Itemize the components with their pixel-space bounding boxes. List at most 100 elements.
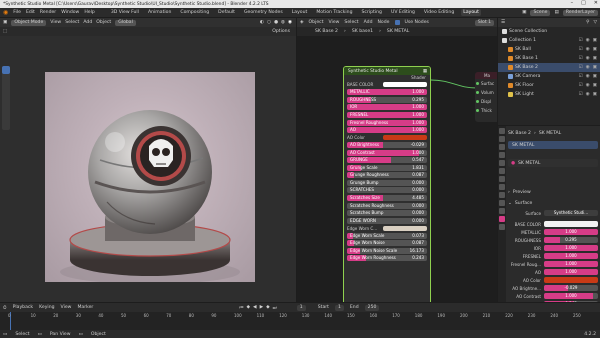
node-param-row[interactable]: Edge Worn Scale 0.073 xyxy=(344,232,430,240)
data-tab-icon[interactable] xyxy=(499,208,505,214)
node-param-slider[interactable]: Edge Worn Roughness 0.243 xyxy=(347,255,427,262)
view-layer-selector[interactable]: RenderLayer xyxy=(562,9,598,16)
workspace-tab-layout-active[interactable]: Layout xyxy=(461,9,481,16)
prev-key-icon[interactable]: ◆ xyxy=(246,305,250,311)
material-shading-icon[interactable]: ◍ xyxy=(281,20,285,25)
node-param-row[interactable]: EDGE WORN 0.000 xyxy=(344,217,430,225)
use-nodes-checkbox[interactable] xyxy=(394,20,400,25)
tool-tab-icon[interactable] xyxy=(499,128,505,134)
blender-logo-icon[interactable]: ◉ xyxy=(3,9,8,16)
annotate-tool-icon[interactable] xyxy=(2,114,10,122)
view-layer-tab-icon[interactable] xyxy=(499,152,505,158)
eye-icon[interactable]: ◉ xyxy=(586,83,590,88)
close-icon[interactable]: ✕ xyxy=(594,0,598,6)
node-menu-node[interactable]: Node xyxy=(378,20,390,25)
checkbox-icon[interactable]: ☑ xyxy=(579,38,583,43)
play-reverse-icon[interactable]: ◀ xyxy=(253,305,257,311)
constraints-tab-icon[interactable] xyxy=(499,200,505,206)
material-property-row[interactable]: BASE COLOR xyxy=(508,220,598,228)
transform-orientation[interactable]: Global xyxy=(115,19,136,26)
wireframe-shading-icon[interactable]: ○ xyxy=(267,20,271,25)
transform-tool-icon[interactable] xyxy=(2,106,10,114)
node-param-slider[interactable]: GRUNGE 0.547 xyxy=(347,157,427,164)
node-param-slider[interactable]: Grunge Roughness 0.087 xyxy=(347,172,427,179)
node-param-row[interactable]: SCRATCHES 0.000 xyxy=(344,187,430,195)
rotate-tool-icon[interactable] xyxy=(2,90,10,98)
node-param-row[interactable]: Grunge Bump 0.000 xyxy=(344,179,430,187)
viewport-menu-object[interactable]: Object xyxy=(96,20,111,25)
camera-icon[interactable]: ▣ xyxy=(593,56,597,61)
scale-tool-icon[interactable] xyxy=(2,98,10,106)
solid-shading-icon[interactable]: ● xyxy=(274,20,278,25)
checkbox-icon[interactable]: ☑ xyxy=(579,47,583,52)
overlay-icon[interactable]: ◐ xyxy=(260,20,264,25)
node-param-row[interactable]: Fresnel Roughness 1.000 xyxy=(344,119,430,127)
viewport-menu-select[interactable]: Select xyxy=(65,20,79,25)
material-property-row[interactable]: AO 1.000 xyxy=(508,268,598,276)
play-icon[interactable]: ▶ xyxy=(260,305,264,311)
surface-shader-field[interactable]: Synthetic Studi... xyxy=(544,210,598,216)
eye-icon[interactable]: ◉ xyxy=(586,47,590,52)
material-property-row[interactable]: ROUGHNESS 0.295 xyxy=(508,236,598,244)
workspace-tab-uv[interactable]: UV Editing xyxy=(389,9,417,16)
base-color-swatch[interactable] xyxy=(383,82,427,88)
surface-panel-header[interactable]: ⌄ Surface xyxy=(508,199,598,207)
viewport-menu-add[interactable]: Add xyxy=(83,20,92,25)
jump-end-icon[interactable]: ⏭ xyxy=(273,305,277,311)
move-tool-icon[interactable] xyxy=(2,82,10,90)
camera-icon[interactable]: ▣ xyxy=(593,38,597,43)
material-property-slider[interactable]: 0.547 xyxy=(544,301,598,302)
tweak-tool-icon[interactable] xyxy=(2,66,10,74)
edge-worn-color-swatch[interactable] xyxy=(383,225,427,231)
timeline-menu-playback[interactable]: Playback xyxy=(13,305,34,310)
next-key-icon[interactable]: ◆ xyxy=(266,305,270,311)
ao-color-swatch[interactable] xyxy=(383,135,427,141)
material-color-swatch[interactable] xyxy=(544,221,598,227)
material-property-row[interactable]: Fresnel Roug... 1.000 xyxy=(508,260,598,268)
viewport-menu-view[interactable]: View xyxy=(50,20,61,25)
object-tab-icon[interactable] xyxy=(499,176,505,182)
preview-panel-header[interactable]: › Preview xyxy=(508,188,598,196)
base-color-row[interactable]: BASE COLOR xyxy=(344,81,430,89)
workspace-tab-motion[interactable]: Motion Tracking xyxy=(314,9,354,16)
material-property-slider[interactable]: 1.000 xyxy=(544,245,598,251)
node-param-slider[interactable]: ROUGHNESS 0.295 xyxy=(347,96,427,103)
material-property-row[interactable]: AO Brightne... -0.029 xyxy=(508,284,598,292)
timeline-menu-marker[interactable]: Marker xyxy=(77,305,93,310)
start-frame-field[interactable]: 1 xyxy=(334,304,344,311)
node-param-slider[interactable]: Fresnel Roughness 1.000 xyxy=(347,119,427,126)
node-param-slider[interactable]: Scratches Size 4.485 xyxy=(347,194,427,201)
node-param-row[interactable]: FRESNEL 1.000 xyxy=(344,111,430,119)
material-id-row[interactable]: ● SK METAL xyxy=(508,159,598,167)
thickness-input-socket[interactable]: Thick xyxy=(475,106,497,115)
material-datablock[interactable]: SK METAL xyxy=(518,161,540,166)
eye-icon[interactable]: ◉ xyxy=(586,65,590,70)
timeline-type-icon[interactable]: ⏱ xyxy=(3,305,7,311)
editor-type-icon[interactable]: ▣ xyxy=(3,20,7,25)
camera-icon[interactable]: ▣ xyxy=(593,65,597,70)
displacement-input-socket[interactable]: Displ xyxy=(475,97,497,106)
material-property-slider[interactable]: 1.000 xyxy=(544,229,598,235)
workspace-tab-layout[interactable]: Layout xyxy=(290,9,310,16)
workspace-tab-compositing[interactable]: Compositing xyxy=(178,9,211,16)
outliner-funnel-icon[interactable]: ▽ xyxy=(593,20,597,25)
timeline-menu-view[interactable]: View xyxy=(61,305,72,310)
outliner-type-icon[interactable]: ☰ xyxy=(501,20,505,25)
cursor-tool-icon[interactable] xyxy=(2,74,10,82)
ao-color-row[interactable]: AO Color xyxy=(344,134,430,142)
node-menu-object[interactable]: Object xyxy=(309,20,324,25)
volume-input-socket[interactable]: Volum xyxy=(475,88,497,97)
node-menu-select[interactable]: Select xyxy=(344,20,358,25)
node-title[interactable]: Synthetic Studio Metal ▦ xyxy=(344,67,430,75)
menu-window[interactable]: Window xyxy=(61,10,79,15)
workspace-tab-3dview[interactable]: 3D View Full xyxy=(109,9,141,16)
node-param-row[interactable]: Edge Worn Noise 0.087 xyxy=(344,239,430,247)
node-param-slider[interactable]: AO 1.000 xyxy=(347,127,427,134)
node-param-slider[interactable]: AO Brightness -0.029 xyxy=(347,142,427,149)
checkbox-icon[interactable]: ☑ xyxy=(579,92,583,97)
node-param-row[interactable]: Grunge Roughness 0.087 xyxy=(344,172,430,180)
material-property-row[interactable]: AO Color xyxy=(508,276,598,284)
node-menu-add[interactable]: Add xyxy=(364,20,373,25)
camera-icon[interactable]: ▣ xyxy=(593,47,597,52)
options-button[interactable]: Options xyxy=(272,29,290,34)
